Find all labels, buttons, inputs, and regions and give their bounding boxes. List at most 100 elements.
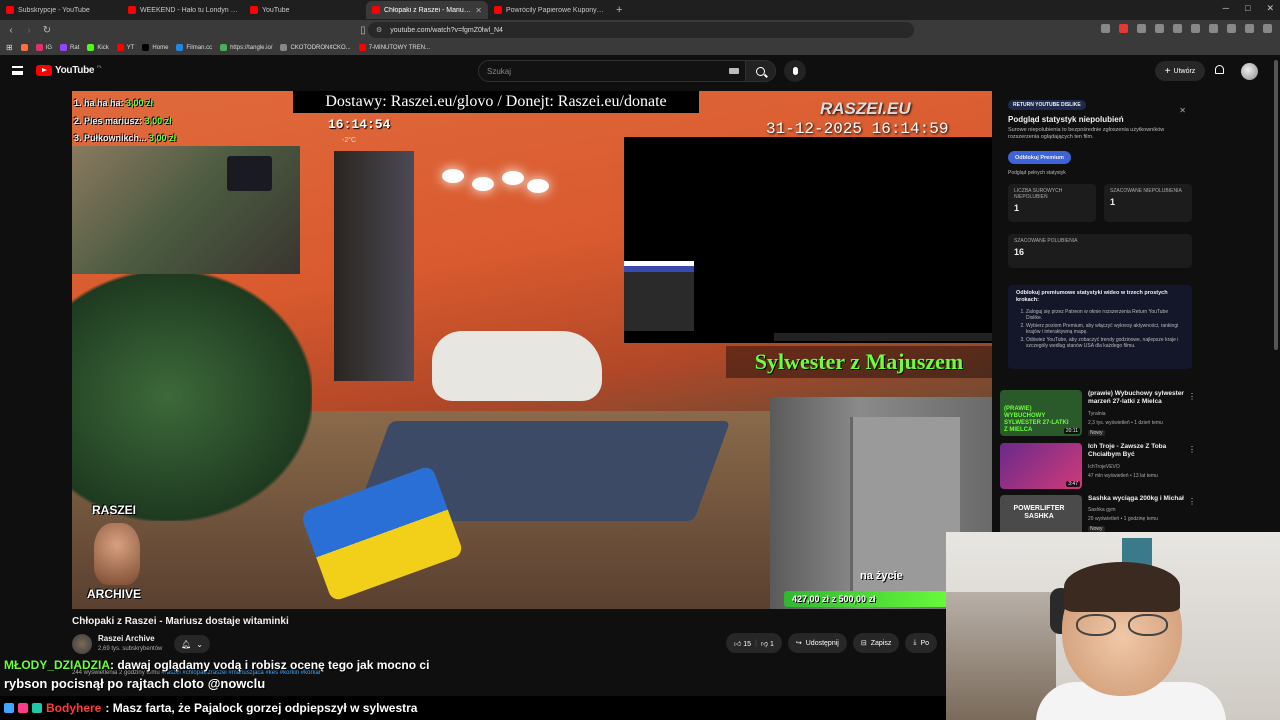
page-scrollbar[interactable] (1274, 60, 1278, 350)
search-button[interactable] (746, 60, 776, 82)
close-tab-icon[interactable]: ✕ (475, 6, 482, 15)
voice-search-button[interactable] (784, 60, 806, 82)
site-info-icon[interactable]: ⚙ (376, 26, 382, 34)
bookmark[interactable]: IG (35, 44, 52, 51)
channel-name[interactable]: Raszei Archive (98, 634, 155, 643)
bookmark[interactable]: Filman.cc (176, 44, 212, 51)
plus-icon: + (1164, 65, 1171, 77)
recommendation-thumbnail[interactable]: (PRAWIE) WYBUCHOWY SYLWESTER 27-LATKI Z … (1000, 390, 1082, 436)
donor-row: 2. Pies mariusz: 3,00 zł (74, 113, 294, 131)
recommendation-title[interactable]: (prawie) Wybuchowy sylwester marzeń 27-l… (1088, 390, 1188, 406)
video-player[interactable]: 1. ha ha ha: 3,00 zł 2. Pies mariusz: 3,… (72, 91, 992, 609)
back-icon[interactable]: ‹ (4, 25, 18, 36)
recommendation-thumbnail[interactable]: 3:47 (1000, 443, 1082, 489)
close-icon[interactable]: ✕ (1179, 106, 1186, 115)
browser-tab[interactable]: WEEKEND - Hało tu Londyn (Oficjaln... (122, 1, 244, 19)
recommendation-title[interactable]: Sashka wyciąga 200kg i Michał (1088, 495, 1188, 503)
maximize-icon[interactable]: □ (1245, 3, 1250, 14)
more-options-icon[interactable]: ⋮ (1188, 392, 1196, 401)
bookmark[interactable]: YT (116, 44, 134, 51)
country-code: PL (97, 64, 103, 69)
hamburger-menu-icon[interactable] (12, 66, 23, 75)
like-count: 15 (743, 640, 752, 648)
chat-text: : Masz farta, że Pajalock gorzej odpieps… (105, 701, 418, 715)
recommendation-channel[interactable]: Sashka gym (1088, 507, 1116, 513)
share-icon: ↪ (795, 640, 802, 647)
save-button[interactable]: ⊟ Zapisz (852, 633, 900, 653)
extension-icon[interactable] (1191, 24, 1200, 33)
extension-icon[interactable] (1101, 24, 1110, 33)
ryd-info-heading: Odblokuj premiumowe statystyki wideo w t… (1016, 290, 1168, 303)
create-button[interactable]: + Utwórz (1155, 61, 1205, 81)
keyboard-icon[interactable] (729, 68, 739, 74)
extension-icon[interactable] (1227, 24, 1236, 33)
account-avatar[interactable] (1241, 63, 1258, 80)
apps-grid-icon[interactable]: ⊞ (6, 43, 13, 52)
youtube-logo[interactable]: YouTube PL (36, 64, 103, 76)
chat-highlight-bar: Bodyhere : Masz farta, że Pajalock gorze… (0, 696, 948, 720)
forward-icon[interactable]: › (22, 25, 36, 36)
bookmark-icon (20, 44, 28, 51)
donation-banner: Dostawy: Raszei.eu/glovo / Donejt: Rasze… (293, 91, 699, 113)
subscription-bell-button[interactable]: 🔔︎ ⌄ (174, 635, 210, 653)
recommendation-channel[interactable]: IchTrojeVEVO (1088, 464, 1120, 470)
extension-icon[interactable] (1137, 24, 1146, 33)
thumbs-up-icon: 👍︎ (734, 640, 742, 648)
overlay-raszei-label: RASZEI (91, 503, 136, 517)
extension-icons (1101, 24, 1280, 33)
dislike-button[interactable]: 👎︎ 1 (761, 639, 774, 648)
bookmark-icon (358, 44, 366, 51)
bookmark-icon (87, 44, 95, 51)
donor-amount: 3,00 zł (144, 115, 172, 126)
youtube-favicon-icon (128, 6, 136, 14)
bookmark[interactable]: https://tangle.io/ (220, 44, 272, 51)
browser-tab[interactable]: YouTube (244, 1, 366, 19)
recommendation-item[interactable]: (PRAWIE) WYBUCHOWY SYLWESTER 27-LATKI Z … (1000, 390, 1196, 438)
video-title: Chłopaki z Raszei - Mariusz dostaje wita… (72, 616, 289, 627)
bookmark[interactable]: Kick (87, 44, 109, 51)
video-duvet (432, 331, 602, 401)
minimize-icon[interactable]: ─ (1223, 3, 1229, 14)
browser-tab-active[interactable]: Chłopaki z Raszei - Mariusz d... ✕ (366, 1, 488, 19)
like-button[interactable]: 👍︎ 15 (734, 639, 751, 648)
more-options-icon[interactable]: ⋮ (1188, 445, 1196, 454)
bookmark[interactable]: CKOTODRON¢CKO... (280, 44, 351, 51)
extension-icon[interactable] (1119, 24, 1128, 33)
bookmark-label: Home (152, 44, 169, 51)
recommendation-item[interactable]: 3:47 Ich Troje - Zawsze Z Toba Chciałbym… (1000, 443, 1196, 491)
bookmark[interactable] (20, 44, 28, 51)
bookmark[interactable]: Rat (60, 44, 79, 51)
bookmark[interactable]: Home (142, 44, 168, 51)
share-button[interactable]: ↪ Udostępnij (787, 633, 847, 653)
unlock-premium-button[interactable]: Odblokuj Premium (1008, 151, 1071, 164)
browser-tab[interactable]: Powrócily Papierowe Kupony do Mc... (488, 1, 610, 19)
streamer-webcam (946, 532, 1280, 720)
extension-icon[interactable] (1209, 24, 1218, 33)
stat-card: LICZBA SUROWYCH NIEPOLUBIEŃ 1 (1008, 184, 1096, 222)
overlay-clock: 16:14:54 (328, 117, 391, 132)
extension-icon[interactable] (1173, 24, 1182, 33)
full-stats-link[interactable]: Podgląd pełnych statystyk (1008, 170, 1066, 176)
search-input[interactable]: Szukaj (478, 60, 746, 82)
new-tab-icon[interactable]: + (610, 4, 628, 16)
recommendation-title[interactable]: Ich Troje - Zawsze Z Toba Chciałbym Być (1088, 443, 1188, 459)
close-window-icon[interactable]: ✕ (1266, 3, 1274, 14)
download-button[interactable]: ⤓ Po (905, 633, 937, 653)
duration-badge: 20:11 (1063, 428, 1080, 434)
tab-title: WEEKEND - Hało tu Londyn (Oficjaln... (140, 6, 238, 14)
extension-icon[interactable] (1263, 24, 1272, 33)
notifications-bell-icon[interactable] (1214, 65, 1225, 76)
more-options-icon[interactable]: ⋮ (1188, 497, 1196, 506)
reload-icon[interactable]: ↻ (40, 25, 54, 36)
share-label: Udostępnij (805, 639, 839, 647)
recommendation-channel[interactable]: Tyralnia (1088, 411, 1106, 417)
subscriber-count: 2,69 tys. subskrybentów (98, 646, 163, 652)
extension-icon[interactable] (1155, 24, 1164, 33)
address-bar[interactable]: ⚙ youtube.com/watch?v=fgmZ0lwl_N4 (368, 22, 914, 38)
video-door (334, 151, 414, 381)
extension-icon[interactable] (1245, 24, 1254, 33)
bookmark[interactable]: 7-MINUTOWY TREN... (358, 44, 430, 51)
browser-tab[interactable]: Subskrypcje - YouTube (0, 1, 122, 19)
ryd-step: Zaloguj się przez Patreon w oknie rozsze… (1026, 309, 1184, 321)
channel-avatar[interactable] (72, 634, 92, 654)
